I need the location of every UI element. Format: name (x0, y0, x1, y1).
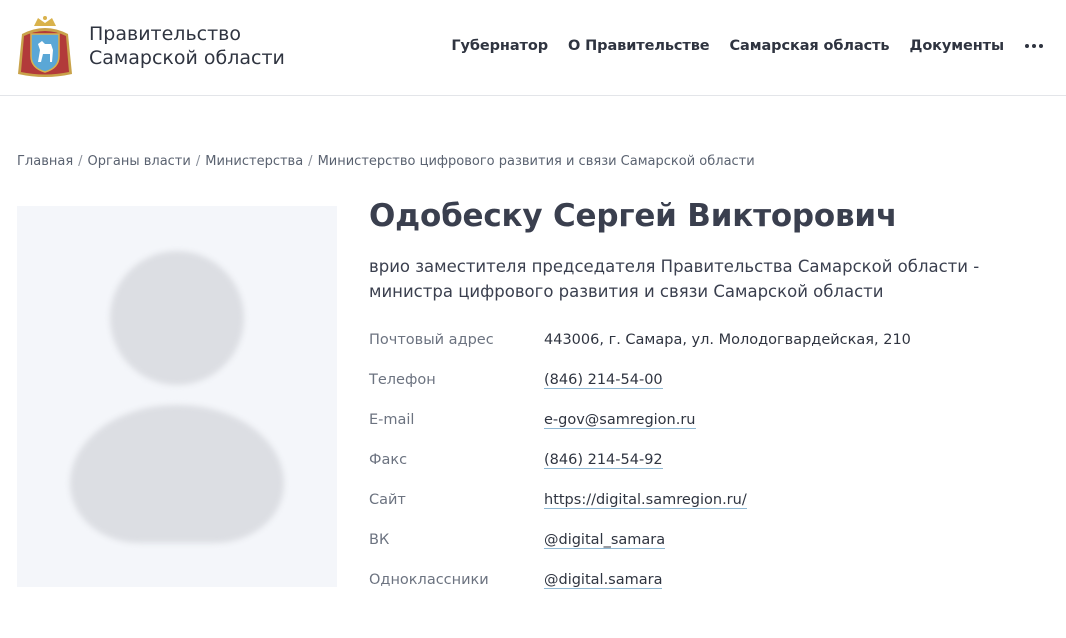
vk-link[interactable]: @digital_samara (544, 532, 666, 549)
contact-row-email: E-mail e-gov@samregion.ru (369, 409, 1049, 449)
breadcrumb-item-home[interactable]: Главная (17, 154, 73, 169)
nav-item-about-government[interactable]: О Правительстве (568, 38, 710, 54)
contact-row-phone: Телефон (846) 214-54-00 (369, 369, 1049, 409)
person-position: врио заместителя председателя Правительс… (369, 257, 980, 301)
nav-item-samara-region[interactable]: Самарская область (730, 38, 890, 54)
contacts-list: Почтовый адрес 443006, г. Самара, ул. Мо… (369, 329, 1049, 609)
person-name: Одобеску Сергей Викторович (369, 198, 898, 234)
contact-label: Факс (369, 452, 408, 468)
phone-link[interactable]: (846) 214-54-00 (544, 372, 663, 389)
more-dots-icon[interactable] (1024, 36, 1044, 56)
fax-link[interactable]: (846) 214-54-92 (544, 452, 663, 469)
contact-label: Почтовый адрес (369, 332, 494, 348)
breadcrumb-item-authorities[interactable]: Органы власти (88, 154, 191, 169)
contact-label: E-mail (369, 412, 415, 428)
nav-item-governor[interactable]: Губернатор (451, 38, 548, 54)
avatar-placeholder (17, 206, 337, 587)
site-title-line1: Правительство (89, 23, 241, 45)
email-link[interactable]: e-gov@samregion.ru (544, 412, 696, 429)
nav-item-documents[interactable]: Документы (910, 38, 1005, 54)
coat-of-arms-icon[interactable] (16, 14, 74, 80)
breadcrumb-separator: / (308, 154, 313, 169)
breadcrumb: Главная / Органы власти / Министерства /… (17, 154, 755, 169)
contact-row-vk: ВК @digital_samara (369, 529, 1049, 569)
site-title[interactable]: Правительство Самарской области (89, 22, 285, 70)
avatar-body-shape (70, 405, 284, 543)
breadcrumb-item-ministries[interactable]: Министерства (205, 154, 303, 169)
contact-row-site: Сайт https://digital.samregion.ru/ (369, 489, 1049, 529)
breadcrumb-separator: / (195, 154, 201, 169)
breadcrumb-separator: / (78, 154, 83, 169)
contact-label: ВК (369, 532, 390, 548)
breadcrumb-item-ministry[interactable]: Министерство цифрового развития и связи … (318, 154, 755, 169)
contact-row-ok: Одноклассники @digital.samara (369, 569, 1049, 609)
avatar-head-shape (110, 251, 244, 385)
contact-label: Одноклассники (369, 572, 489, 588)
contact-label: Сайт (369, 492, 406, 508)
site-header: Правительство Самарской области Губернат… (0, 0, 1066, 96)
contact-label: Телефон (369, 372, 436, 388)
contact-address-value: 443006, г. Самара, ул. Молодогвардейская… (544, 332, 911, 348)
site-link[interactable]: https://digital.samregion.ru/ (544, 492, 747, 509)
contact-row-fax: Факс (846) 214-54-92 (369, 449, 1049, 489)
ok-link[interactable]: @digital.samara (544, 572, 663, 589)
main-nav: Губернатор О Правительстве Самарская обл… (451, 36, 1044, 56)
contact-row-address: Почтовый адрес 443006, г. Самара, ул. Мо… (369, 329, 1049, 369)
site-title-line2: Самарской области (89, 47, 285, 69)
